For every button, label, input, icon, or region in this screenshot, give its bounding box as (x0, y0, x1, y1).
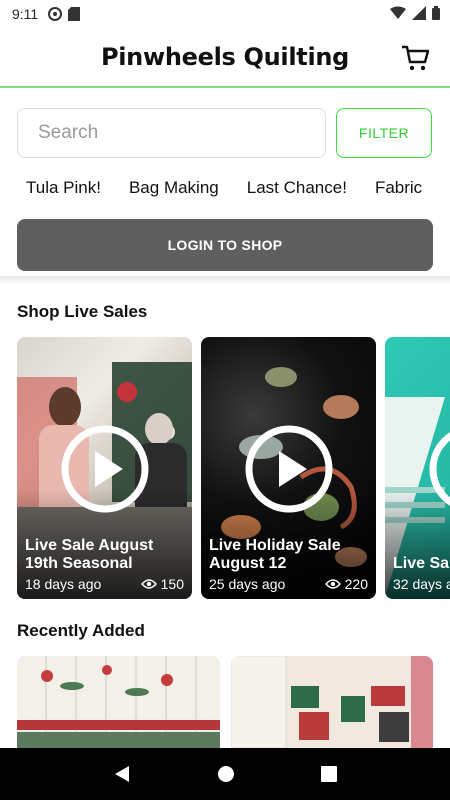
search-row: Search FILTER (17, 108, 433, 160)
section-title-live-sales: Shop Live Sales (17, 302, 148, 321)
live-sale-age: 25 days ago (209, 576, 286, 592)
live-sale-views: 220 (324, 576, 368, 592)
home-icon[interactable] (217, 765, 235, 783)
category-chip[interactable]: Tula Pink! (26, 178, 101, 202)
system-nav-bar (0, 748, 450, 800)
view-count: 150 (160, 576, 184, 592)
category-chip[interactable]: Last Chance! (247, 178, 347, 202)
view-count: 220 (344, 576, 368, 592)
sync-icon (48, 7, 63, 21)
app-header: Pinwheels Quilting (0, 28, 450, 88)
search-input[interactable]: Search (17, 108, 326, 158)
recents-icon[interactable] (321, 766, 337, 782)
live-sale-views: 150 (140, 576, 184, 592)
category-chip[interactable]: Bag Making (129, 178, 219, 202)
live-sale-title: Live Sale Tilda (393, 555, 450, 572)
live-sale-title: Live Holiday Sale August 12 (209, 537, 341, 572)
recently-added-carousel[interactable] (17, 656, 450, 748)
product-thumbnail (17, 665, 220, 748)
filter-button[interactable]: FILTER (336, 108, 432, 158)
back-icon[interactable] (113, 765, 131, 783)
live-sale-age: 18 days ago (25, 576, 102, 592)
product-card[interactable] (231, 656, 433, 748)
sd-card-icon (68, 7, 81, 21)
play-icon[interactable] (429, 425, 450, 513)
live-sale-card[interactable]: Live Sale August 19th Seasonal 18 days a… (17, 337, 192, 599)
cell-signal-icon (412, 6, 426, 20)
live-sale-age: 32 days ago (393, 576, 450, 592)
play-icon[interactable] (61, 425, 149, 513)
live-sale-title: Live Sale August 19th Seasonal (25, 537, 154, 572)
eye-icon (140, 579, 157, 589)
login-to-shop-button[interactable]: LOGIN TO SHOP (17, 219, 433, 271)
play-icon[interactable] (245, 425, 333, 513)
status-time: 9:11 (12, 6, 39, 22)
product-card[interactable] (17, 656, 220, 748)
battery-icon (432, 6, 440, 20)
status-bar: 9:11 (0, 0, 450, 28)
app-title: Pinwheels Quilting (100, 43, 350, 71)
category-chip[interactable]: Fabric (375, 178, 422, 202)
section-title-recently-added: Recently Added (17, 621, 145, 640)
divider (0, 276, 450, 284)
live-sales-carousel[interactable]: Live Sale August 19th Seasonal 18 days a… (17, 337, 450, 599)
eye-icon (324, 579, 341, 589)
search-placeholder: Search (38, 122, 99, 143)
live-sale-card[interactable]: Live Sale Tilda 32 days ago (385, 337, 450, 599)
product-thumbnail (231, 656, 433, 748)
live-sale-card[interactable]: Live Holiday Sale August 12 25 days ago … (201, 337, 376, 599)
wifi-icon (390, 6, 406, 19)
category-chips: Tula Pink! Bag Making Last Chance! Fabri… (26, 178, 450, 202)
cart-icon[interactable] (400, 44, 430, 72)
